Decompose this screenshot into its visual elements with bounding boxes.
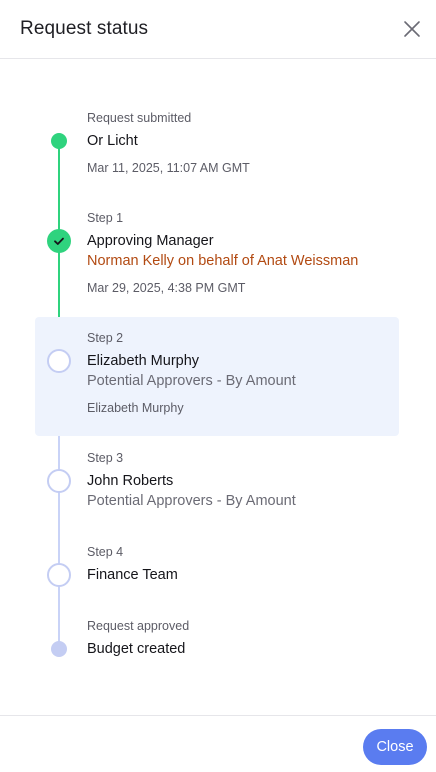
check-icon xyxy=(54,237,64,245)
step-3-pending-dot xyxy=(47,469,71,493)
approved-caption: Request approved xyxy=(87,619,190,633)
dialog-header: Request status xyxy=(0,0,436,59)
submitted-dot xyxy=(51,133,67,149)
step-3-subtitle: Potential Approvers - By Amount xyxy=(87,493,296,509)
close-button[interactable]: Close xyxy=(363,729,427,765)
step-4-name: Finance Team xyxy=(87,567,178,583)
submitted-caption: Request submitted xyxy=(87,111,192,125)
step-1-caption: Step 1 xyxy=(87,211,124,225)
step-1-date: Mar 29, 2025, 4:38 PM GMT xyxy=(87,281,246,295)
submitted-date: Mar 11, 2025, 11:07 AM GMT xyxy=(87,161,250,175)
step-2-detail: Elizabeth Murphy xyxy=(87,401,184,415)
step-2-subtitle: Potential Approvers - By Amount xyxy=(87,373,296,389)
step-4-pending-dot xyxy=(47,563,71,587)
approved-dot xyxy=(51,641,67,657)
step-3-name: John Roberts xyxy=(87,473,174,489)
dialog-footer: Close xyxy=(0,715,436,772)
dialog-title: Request status xyxy=(20,18,149,39)
step-1-name: Approving Manager xyxy=(87,233,214,249)
step-1-on-behalf: Norman Kelly on behalf of Anat Weissman xyxy=(87,253,359,269)
submitter-name: Or Licht xyxy=(87,133,138,149)
request-status-dialog: Request status Request submitted Or Lich… xyxy=(0,0,436,772)
step-2-current-dot xyxy=(47,349,71,373)
close-icon[interactable] xyxy=(400,17,424,41)
step-2-caption: Step 2 xyxy=(87,331,124,345)
step-2-name: Elizabeth Murphy xyxy=(87,353,200,369)
step-4-caption: Step 4 xyxy=(87,545,124,559)
step-1-completed-dot xyxy=(47,229,71,253)
approval-timeline: Request submitted Or Licht Mar 11, 2025,… xyxy=(0,59,436,715)
approved-result: Budget created xyxy=(87,641,186,657)
step-3-caption: Step 3 xyxy=(87,451,124,465)
